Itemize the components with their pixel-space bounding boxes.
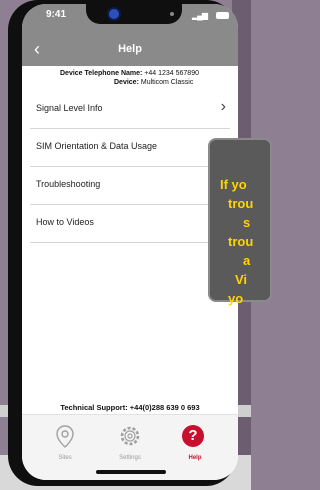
menu-item-label: SIM Orientation & Data Usage (36, 141, 158, 151)
battery-icon (216, 12, 229, 19)
device-model-label: Device: (114, 79, 139, 86)
device-phone-label: Device Telephone Name: (60, 70, 143, 77)
page-title: Help (118, 43, 142, 55)
signal-icon: ▂▄▆ (192, 11, 208, 20)
menu-item-label: Signal Level Info (36, 103, 103, 113)
phone-frame: 9:41 ▂▄▆ ‹ Help Device Telephone Name: +… (8, 0, 238, 486)
nav-header: ‹ Help (22, 34, 238, 66)
tooltip-line: trou (228, 234, 254, 249)
device-phone-value: +44 1234 567890 (144, 70, 199, 77)
sensor-dot (170, 12, 174, 16)
camera-icon (107, 7, 121, 21)
help-icon: ? (182, 425, 204, 447)
device-model-value: Multicom Classic (140, 79, 194, 86)
menu-item-how-to-videos[interactable]: How to Videos (30, 204, 230, 243)
tooltip-line: If yo (220, 177, 247, 192)
status-time: 9:41 (46, 9, 67, 20)
tooltip-text: If yo trou s trou a Vi yo (218, 175, 278, 308)
gear-icon (120, 426, 140, 446)
home-indicator (96, 470, 166, 474)
menu-item-label: Troubleshooting (36, 179, 101, 189)
chevron-right-icon: › (220, 98, 226, 115)
tooltip-line: s (243, 215, 251, 230)
notch (86, 4, 182, 24)
menu-item-label: How to Videos (36, 217, 94, 227)
location-pin-icon (56, 425, 74, 448)
technical-support-text: Technical Support: +44(0)288 639 0 693 (60, 403, 200, 412)
tooltip-line: yo (228, 291, 244, 306)
tooltip-callout: If yo trou s trou a Vi yo (208, 138, 272, 306)
status-bar: 9:41 ▂▄▆ (22, 4, 238, 34)
tab-label: Sites (58, 455, 72, 461)
phone-screen: 9:41 ▂▄▆ ‹ Help Device Telephone Name: +… (22, 4, 238, 480)
menu-item-troubleshooting[interactable]: Troubleshooting (30, 166, 230, 205)
tooltip-line: Vi (235, 272, 248, 287)
device-phone-line: Device Telephone Name: +44 1234 567890 (60, 70, 199, 77)
tab-sites[interactable]: Sites (40, 423, 90, 461)
tooltip-line: trou (228, 196, 254, 211)
menu-item-sim-orientation[interactable]: SIM Orientation & Data Usage (30, 128, 230, 167)
tab-settings[interactable]: Settings (105, 423, 155, 461)
menu-item-signal-level[interactable]: Signal Level Info › (30, 90, 230, 129)
device-model-line: Device: Multicom Classic (114, 79, 193, 86)
tooltip-line: a (243, 253, 251, 268)
tab-label: Settings (119, 455, 141, 461)
tab-label: Help (188, 455, 202, 461)
